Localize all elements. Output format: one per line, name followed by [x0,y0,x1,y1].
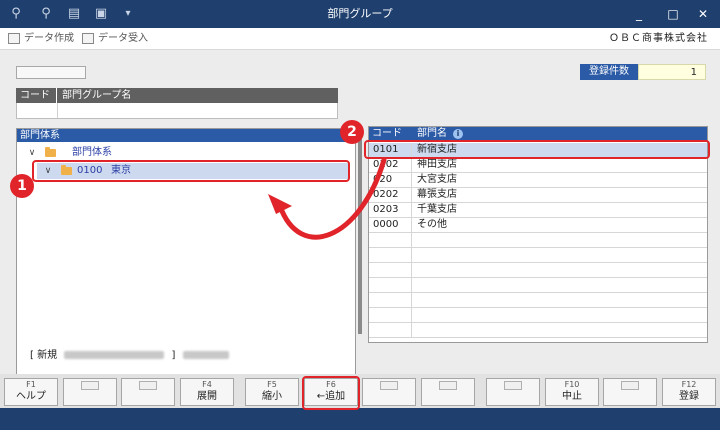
panel-splitter[interactable] [358,128,362,334]
tree-header: 部門体系 [17,129,355,142]
list-row[interactable] [369,308,707,323]
highlight-tree-node [32,160,350,182]
list-row[interactable]: 0102 神田支店 [369,158,707,173]
window-title: 部門グループ [327,7,393,20]
list-row[interactable]: 0203 千葉支店 [369,203,707,218]
f9-button[interactable] [486,378,540,406]
status-suffix: ] [171,350,176,361]
callout-badge-1: 1 [10,174,34,198]
toolbar: データ作成 データ受入 ＯＢＣ商事株式会社 [0,28,720,50]
count-label: 登録件数 [580,64,638,80]
f12-register-button[interactable]: F12 登録 [662,378,716,406]
group-code-input[interactable] [16,66,86,79]
fkey-label: 展開 [197,391,217,402]
fkey-number: F12 [681,380,697,389]
status-line: [ 新規 ] [30,350,233,362]
function-key-bar: F1 ヘルプ F4 展開 F5 縮小 F6 ←追加 F10 中止 F12 登録 [0,374,720,408]
tree-node-root[interactable]: ∨ 部門体系 [27,145,347,161]
info-icon[interactable]: i [453,129,463,139]
import-data-label: データ受入 [98,33,148,44]
import-data-button[interactable]: データ受入 [82,31,148,47]
list-row[interactable]: 0202 幕張支店 [369,188,707,203]
close-button[interactable]: ✕ [692,4,714,24]
list-header: コード 部門名 i [369,127,707,141]
list-row[interactable]: 020 大宮支店 [369,173,707,188]
f1-help-button[interactable]: F1 ヘルプ [4,378,58,406]
f5-collapse-button[interactable]: F5 縮小 [245,378,299,406]
title-bar: ⚲ ⚲ ▤ ▣ ▾ 部門グループ _ □ ✕ [0,0,720,28]
list-row[interactable] [369,248,707,263]
group-code-header: コード [20,90,50,101]
bottom-bar [0,408,720,430]
group-table-header: コード 部門グループ名 [16,88,338,103]
chevron-down-icon[interactable]: ∨ [27,145,37,161]
fkey-number: F10 [564,380,580,389]
list-row[interactable]: 0000 その他 [369,218,707,233]
row-name: 千葉支店 [417,204,457,215]
highlight-f6-button [302,376,360,410]
list-row[interactable] [369,293,707,308]
group-table-row[interactable] [16,103,338,119]
import-data-icon [82,33,94,44]
f11-button[interactable] [603,378,657,406]
row-code: 0203 [373,204,399,215]
f10-cancel-button[interactable]: F10 中止 [545,378,599,406]
group-name-header: 部門グループ名 [62,90,132,101]
f7-button[interactable] [362,378,416,406]
fkey-number: F1 [26,380,36,389]
tree-root-label: 部門体系 [72,147,112,158]
create-data-label: データ作成 [24,33,74,44]
list-row[interactable] [369,263,707,278]
company-name: ＯＢＣ商事株式会社 [609,33,708,44]
count-value: 1 [638,64,706,80]
list-row[interactable] [369,323,707,338]
status-timestamp-redacted [64,351,165,359]
fkey-number: F4 [202,380,212,389]
fkey-label: ヘルプ [16,391,46,402]
fkey-label: 縮小 [262,391,282,402]
name-column-header: 部門名 [417,128,447,139]
list-row[interactable] [369,233,707,248]
status-prefix: [ 新規 [30,350,58,361]
create-data-button[interactable]: データ作成 [8,31,74,47]
fkey-label: 中止 [562,391,582,402]
callout-badge-2: 2 [340,120,364,144]
row-code: 0102 [373,159,399,170]
row-name: 神田支店 [417,159,457,170]
code-column-header: コード [372,128,402,139]
fkey-number: F5 [267,380,277,389]
status-user-redacted [182,351,229,359]
row-name: 幕張支店 [417,189,457,200]
create-data-icon [8,33,20,44]
f8-button[interactable] [421,378,475,406]
list-row[interactable] [369,278,707,293]
f3-button[interactable] [121,378,175,406]
fkey-label: 登録 [679,391,699,402]
maximize-button[interactable]: □ [662,4,684,24]
row-name: 大宮支店 [417,174,457,185]
row-code: 0202 [373,189,399,200]
f2-button[interactable] [63,378,117,406]
highlight-list-row [364,140,710,159]
row-code: 0000 [373,219,399,230]
row-name: その他 [417,219,447,230]
f4-expand-button[interactable]: F4 展開 [180,378,234,406]
row-code: 020 [373,174,393,185]
folder-icon [45,147,56,157]
minimize-button[interactable]: _ [628,4,650,24]
